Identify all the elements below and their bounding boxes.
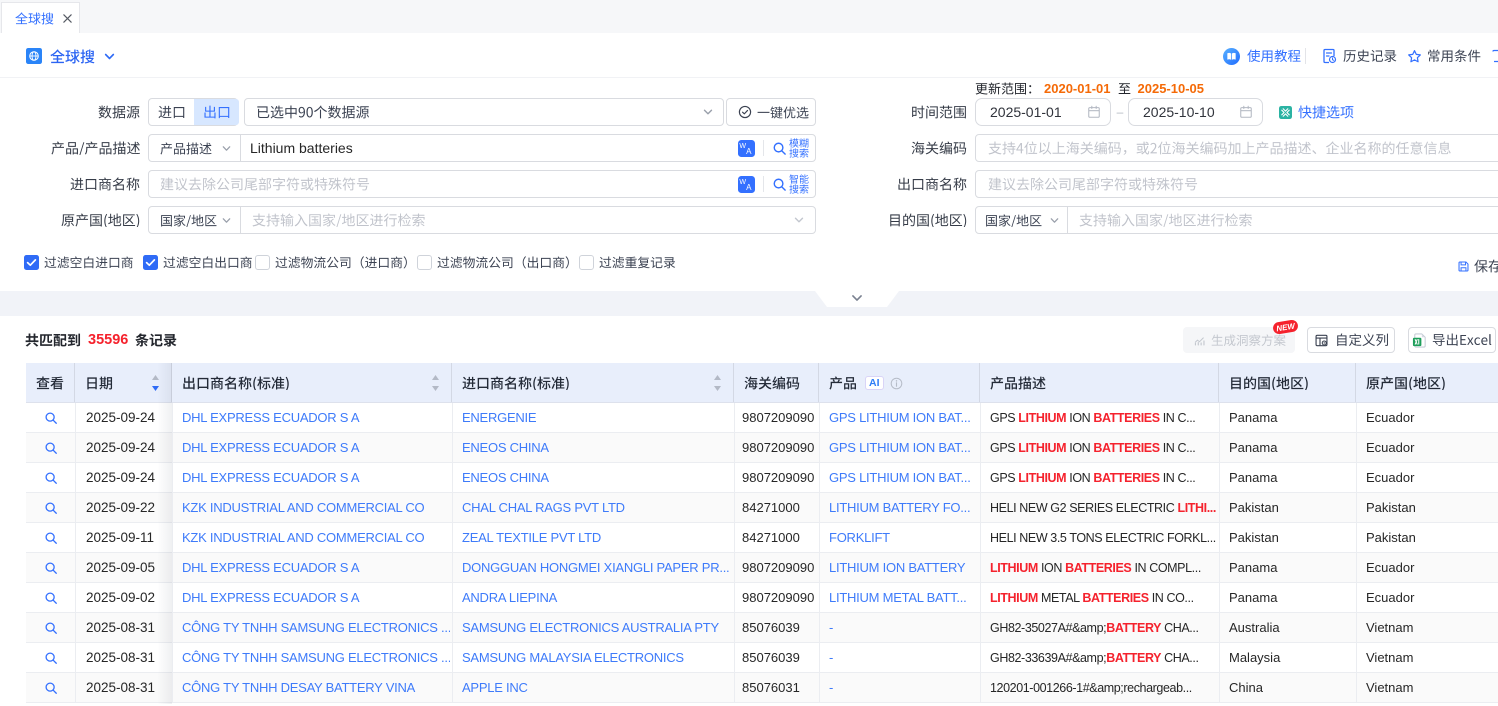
svg-text:A: A (746, 183, 752, 192)
svg-text:A: A (746, 147, 752, 156)
